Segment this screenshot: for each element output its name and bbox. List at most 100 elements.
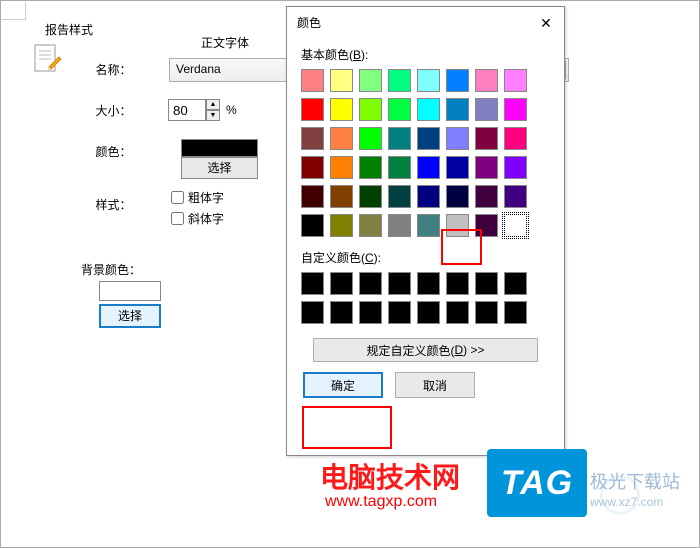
basic-swatch[interactable] (330, 69, 353, 92)
basic-swatch[interactable] (417, 127, 440, 150)
custom-swatch[interactable] (504, 301, 527, 324)
custom-swatch[interactable] (301, 272, 324, 295)
custom-colors-label: 自定义颜色(C): (301, 249, 550, 266)
custom-swatch[interactable] (475, 301, 498, 324)
close-icon[interactable]: ✕ (534, 13, 558, 33)
basic-swatch[interactable] (359, 156, 382, 179)
color-label: 颜色： (81, 143, 146, 160)
custom-swatch[interactable] (388, 272, 411, 295)
custom-color-grid (301, 272, 550, 324)
basic-color-grid (301, 69, 550, 237)
basic-swatch[interactable] (301, 214, 324, 237)
color-preview (181, 139, 258, 157)
basic-swatch[interactable] (388, 156, 411, 179)
color-dialog: 颜色 ✕ 基本颜色(B): 自定义颜色(C): 规定自定义颜色(D) >> 确定… (286, 6, 565, 456)
xz7-label: 极光下载站 (590, 468, 680, 494)
custom-swatch[interactable] (475, 272, 498, 295)
size-input[interactable] (168, 99, 206, 121)
basic-colors-label: 基本颜色(B): (301, 46, 550, 63)
document-edit-icon (31, 41, 63, 73)
bg-color-label: 背景颜色： (81, 261, 141, 278)
basic-swatch[interactable] (330, 127, 353, 150)
basic-swatch[interactable] (301, 127, 324, 150)
size-suffix: % (226, 103, 237, 117)
custom-swatch[interactable] (446, 301, 469, 324)
basic-swatch[interactable] (301, 185, 324, 208)
basic-swatch[interactable] (475, 214, 498, 237)
basic-swatch[interactable] (388, 98, 411, 121)
basic-swatch[interactable] (446, 156, 469, 179)
basic-swatch[interactable] (359, 127, 382, 150)
spinner-up[interactable]: ▲ (206, 99, 220, 110)
custom-swatch[interactable] (301, 301, 324, 324)
font-name-value: Verdana (176, 62, 221, 76)
custom-swatch[interactable] (359, 272, 382, 295)
basic-swatch[interactable] (446, 185, 469, 208)
custom-swatch[interactable] (446, 272, 469, 295)
xz7-url: www.xz7.com (590, 495, 663, 509)
bold-checkbox[interactable] (171, 191, 184, 204)
basic-swatch[interactable] (417, 98, 440, 121)
spinner-down[interactable]: ▼ (206, 110, 220, 121)
basic-swatch[interactable] (446, 69, 469, 92)
bold-label: 粗体字 (188, 189, 224, 206)
basic-swatch[interactable] (359, 214, 382, 237)
define-custom-color-button[interactable]: 规定自定义颜色(D) >> (313, 338, 538, 362)
basic-swatch[interactable] (504, 69, 527, 92)
basic-swatch[interactable] (301, 98, 324, 121)
bold-checkbox-row[interactable]: 粗体字 (171, 189, 224, 206)
basic-swatch[interactable] (504, 185, 527, 208)
custom-swatch[interactable] (330, 272, 353, 295)
basic-swatch[interactable] (504, 98, 527, 121)
basic-swatch[interactable] (359, 98, 382, 121)
bg-color-preview (99, 281, 161, 301)
basic-swatch[interactable] (388, 69, 411, 92)
basic-swatch[interactable] (388, 214, 411, 237)
basic-swatch[interactable] (417, 214, 440, 237)
ok-button[interactable]: 确定 (303, 372, 383, 398)
italic-checkbox-row[interactable]: 斜体字 (171, 210, 224, 227)
basic-swatch[interactable] (446, 98, 469, 121)
basic-swatch[interactable] (475, 156, 498, 179)
italic-checkbox[interactable] (171, 212, 184, 225)
custom-swatch[interactable] (417, 272, 440, 295)
basic-swatch[interactable] (388, 127, 411, 150)
basic-swatch[interactable] (504, 156, 527, 179)
dialog-title: 颜色 (287, 7, 564, 38)
basic-swatch[interactable] (446, 214, 469, 237)
basic-swatch[interactable] (330, 156, 353, 179)
basic-swatch[interactable] (359, 69, 382, 92)
tag-badge: TAG (487, 449, 587, 517)
basic-swatch[interactable] (475, 185, 498, 208)
style-label: 样式： (81, 196, 146, 213)
basic-swatch[interactable] (446, 127, 469, 150)
custom-swatch[interactable] (417, 301, 440, 324)
custom-swatch[interactable] (504, 272, 527, 295)
custom-swatch[interactable] (388, 301, 411, 324)
custom-swatch[interactable] (359, 301, 382, 324)
basic-swatch[interactable] (359, 185, 382, 208)
size-label: 大小： (81, 102, 146, 119)
basic-swatch[interactable] (504, 127, 527, 150)
size-spinner[interactable]: ▲ ▼ (168, 99, 220, 121)
basic-swatch[interactable] (417, 185, 440, 208)
basic-swatch[interactable] (330, 98, 353, 121)
select-color-button[interactable]: 选择 (181, 157, 258, 179)
basic-swatch[interactable] (301, 69, 324, 92)
basic-swatch[interactable] (301, 156, 324, 179)
basic-swatch[interactable] (330, 214, 353, 237)
basic-swatch[interactable] (330, 185, 353, 208)
basic-swatch[interactable] (417, 156, 440, 179)
basic-swatch[interactable] (475, 98, 498, 121)
group-title: 报告样式 (41, 21, 97, 38)
section-label: 正文字体 (201, 34, 249, 51)
cancel-button[interactable]: 取消 (395, 372, 475, 398)
basic-swatch[interactable] (504, 214, 527, 237)
basic-swatch[interactable] (475, 69, 498, 92)
watermark-sub: www.tagxp.com (325, 493, 437, 511)
basic-swatch[interactable] (475, 127, 498, 150)
basic-swatch[interactable] (417, 69, 440, 92)
custom-swatch[interactable] (330, 301, 353, 324)
select-bg-color-button[interactable]: 选择 (99, 304, 161, 328)
basic-swatch[interactable] (388, 185, 411, 208)
